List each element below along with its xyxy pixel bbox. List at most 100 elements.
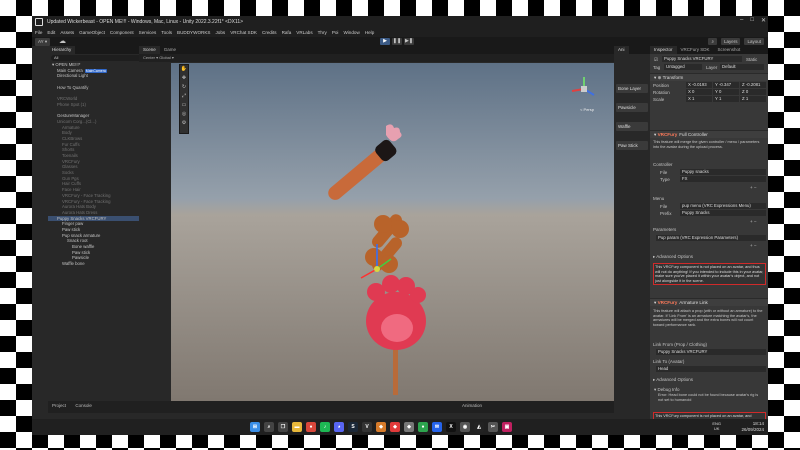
menu-item[interactable]: Tools	[161, 30, 172, 35]
tab-animator[interactable]: Ani	[614, 46, 629, 54]
custom-tool-icon[interactable]: ⚙	[180, 119, 188, 128]
minimize-button[interactable]: –	[740, 17, 743, 24]
snipping-icon[interactable]: ✂	[488, 422, 498, 432]
orientation-gizmo[interactable]	[568, 73, 600, 105]
menu-item[interactable]: Services	[139, 30, 157, 35]
tab-hierarchy[interactable]: Hierarchy	[48, 46, 76, 54]
side-button[interactable]: Waffle	[616, 122, 648, 131]
menu-item[interactable]: Component	[110, 30, 134, 35]
tab-project[interactable]: Project	[48, 401, 70, 410]
position-z-field[interactable]: Z -0.2081	[740, 82, 766, 88]
search-icon[interactable]: ⌕	[264, 422, 274, 432]
app5-icon[interactable]: ✉	[432, 422, 442, 432]
app2-icon[interactable]: ◆	[390, 422, 400, 432]
position-y-field[interactable]: Y -0.347	[713, 82, 739, 88]
menu-item[interactable]: VRLabs	[296, 30, 312, 35]
link-from-field[interactable]: Puppy Snacks VRCFURY	[656, 349, 766, 355]
side-button[interactable]: Pawsicle	[616, 103, 648, 112]
app8-icon[interactable]: ▣	[502, 422, 512, 432]
side-button[interactable]: Bone Layer	[616, 84, 648, 93]
explorer-icon[interactable]: ▬	[292, 422, 302, 432]
scene-viewport[interactable]: < Persp	[171, 63, 614, 401]
layout-dropdown[interactable]: Layout	[744, 38, 764, 45]
advanced-options-toggle[interactable]: ▸ Advanced Options	[653, 377, 693, 383]
scale-tool-icon[interactable]: ⤢	[180, 92, 188, 101]
menu-item[interactable]: Poi	[332, 30, 339, 35]
app6-icon[interactable]: X	[446, 422, 456, 432]
discord-icon[interactable]: ◕	[334, 422, 344, 432]
controller-file-field[interactable]: Puppy snacks	[680, 169, 766, 175]
vrchat-icon[interactable]: V	[362, 422, 372, 432]
windows-icon[interactable]: ⊞	[250, 422, 260, 432]
transform-tool-icon[interactable]: ◎	[180, 110, 188, 119]
rotate-tool-icon[interactable]: ↻	[180, 83, 188, 92]
scale-z-field[interactable]: Z 1	[740, 96, 766, 102]
menu-add-button[interactable]: + −	[750, 219, 757, 224]
active-checkbox[interactable]: ☑	[654, 57, 658, 63]
armature-link-header[interactable]: ▾ VRCFury Armature Link	[650, 298, 768, 306]
scene-toolbar[interactable]: Center ▾ Global ▾	[139, 54, 614, 62]
tab-scene[interactable]: Scene	[139, 46, 160, 54]
menu-item[interactable]: Help	[365, 30, 374, 35]
menu-item[interactable]: VRChat SDK	[230, 30, 257, 35]
menu-item[interactable]: Credits	[262, 30, 277, 35]
rect-tool-icon[interactable]: ▭	[180, 101, 188, 110]
link-to-dropdown[interactable]: Head	[656, 366, 766, 372]
advanced-options-toggle[interactable]: ▸ Advanced Options	[653, 254, 693, 260]
side-button[interactable]: Paw Stick	[616, 141, 648, 150]
language-indicator[interactable]: ENG UK	[712, 421, 721, 431]
app7-icon[interactable]: ◉	[460, 422, 470, 432]
tab-game[interactable]: Game	[160, 46, 180, 54]
transform-header[interactable]: ▾ ⊕ Transform	[650, 73, 768, 81]
rotation-y-field[interactable]: Y 0	[713, 89, 739, 95]
steam-icon[interactable]: S	[348, 422, 358, 432]
app3-icon[interactable]: ◆	[404, 422, 414, 432]
menu-item[interactable]: BUDDYWORKS	[177, 30, 210, 35]
search-icon[interactable]: ⌕	[708, 38, 717, 45]
tab-console[interactable]: Console	[71, 401, 96, 410]
app1-icon[interactable]: ◆	[376, 422, 386, 432]
maximize-button[interactable]: □	[750, 17, 754, 24]
menu-item[interactable]: File	[35, 30, 42, 35]
tag-dropdown[interactable]: Untagged	[664, 64, 702, 70]
clock[interactable]: 18:14 26/09/2024	[741, 421, 764, 432]
controller-add-button[interactable]: + −	[750, 185, 757, 190]
menu-file-field[interactable]: pup menu (VRC Expressions Menu)	[680, 203, 766, 209]
spotify-icon[interactable]: ♪	[320, 422, 330, 432]
scale-y-field[interactable]: Y 1	[713, 96, 739, 102]
app4-icon[interactable]: ●	[418, 422, 428, 432]
pause-button[interactable]: ❚❚	[392, 38, 402, 45]
menu-item[interactable]: Assets	[60, 30, 74, 35]
object-name-field[interactable]: Puppy Snacks VRCFURY	[662, 56, 742, 62]
static-toggle[interactable]: Static	[746, 57, 757, 62]
taskview-icon[interactable]: ❐	[278, 422, 288, 432]
full-controller-header[interactable]: ▾ VRCFury Full Controller	[650, 130, 768, 138]
menu-prefix-field[interactable]: Puppy Snacks	[680, 210, 766, 216]
unity-icon[interactable]: ◭	[474, 422, 484, 432]
rotation-x-field[interactable]: X 0	[686, 89, 712, 95]
account-dropdown[interactable]: AY ▾	[35, 38, 51, 46]
controller-type-dropdown[interactable]: FX	[680, 176, 766, 182]
menu-item[interactable]: Jobs	[215, 30, 225, 35]
close-button[interactable]: ✕	[761, 17, 766, 24]
move-tool-icon[interactable]: ✥	[180, 74, 188, 83]
menu-item[interactable]: Rafa	[282, 30, 292, 35]
tab-screenshot[interactable]: Screenshot	[714, 46, 745, 54]
hand-tool-icon[interactable]: ✋	[180, 65, 188, 74]
persp-label[interactable]: < Persp	[580, 107, 594, 112]
tab-vrcfury-sdk[interactable]: VRCFury SDK	[677, 46, 714, 54]
scale-x-field[interactable]: X 1	[686, 96, 712, 102]
menu-item[interactable]: Thry	[318, 30, 327, 35]
parameters-add-button[interactable]: + −	[750, 243, 757, 248]
layer-dropdown[interactable]: Default	[720, 64, 764, 70]
step-button[interactable]: ▶❚	[404, 38, 414, 45]
play-button[interactable]: ▶	[380, 38, 390, 45]
menu-item[interactable]: GameObject	[79, 30, 105, 35]
chrome-icon[interactable]: ●	[306, 422, 316, 432]
menu-item[interactable]: Window	[343, 30, 359, 35]
position-x-field[interactable]: X -0.0193	[686, 82, 712, 88]
tab-inspector[interactable]: Inspector	[650, 46, 677, 54]
parameters-field[interactable]: Pup param (VRC Expression Parameters)	[656, 235, 766, 241]
cloud-icon[interactable]: ☁	[59, 37, 66, 45]
layers-dropdown[interactable]: Layers	[720, 38, 741, 45]
